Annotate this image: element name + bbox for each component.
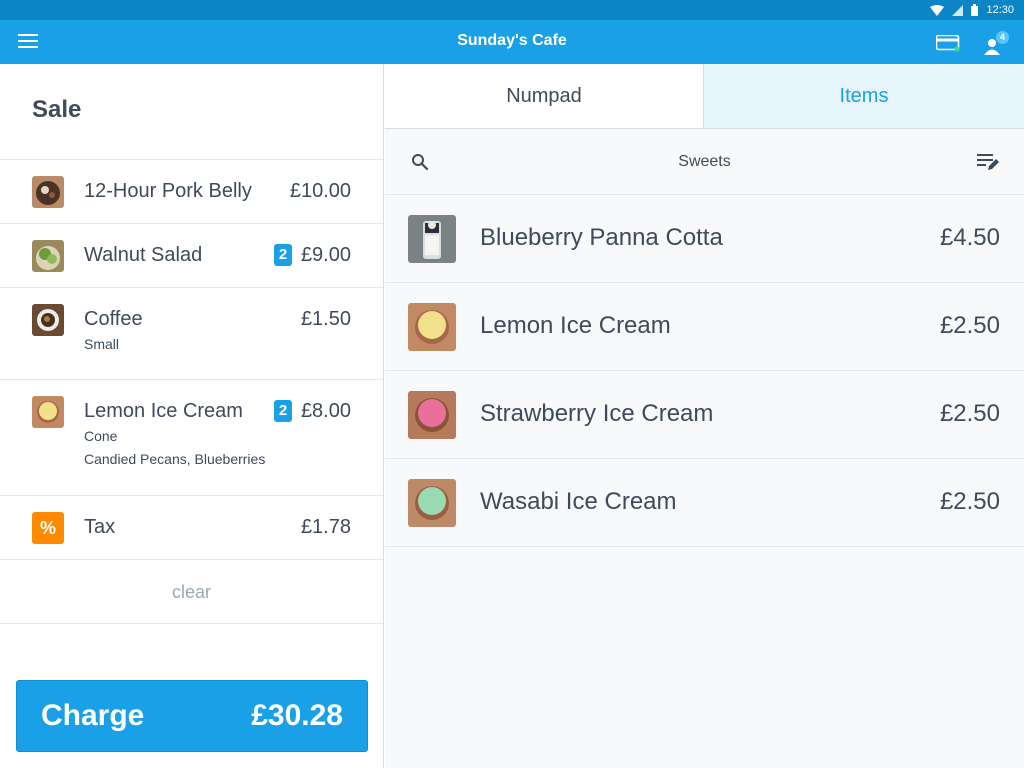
- sale-title: Sale: [32, 96, 82, 123]
- wifi-icon: [930, 4, 945, 16]
- sale-line-tax[interactable]: % Tax £1.78: [0, 495, 383, 559]
- quantity-badge: 2: [274, 244, 292, 266]
- status-icons: 12:30: [930, 3, 1014, 17]
- clear-button[interactable]: clear: [0, 582, 383, 603]
- sale-line-pork-belly[interactable]: 12-Hour Pork Belly £10.00: [0, 159, 383, 223]
- sale-line-name: 12-Hour Pork Belly: [84, 180, 252, 202]
- item-row-wasabi-ice-cream[interactable]: Wasabi Ice Cream £2.50: [385, 459, 1024, 547]
- sale-line-modifier: Candied Pecans, Blueberries: [84, 451, 266, 467]
- sale-line-price: £10.00: [289, 180, 351, 202]
- sale-line-modifier: Cone: [84, 428, 118, 444]
- app-title: Sunday's Cafe: [457, 32, 567, 49]
- item-name: Wasabi Ice Cream: [480, 488, 677, 515]
- sale-line-modifier: Small: [84, 336, 120, 352]
- charge-amount: £30.28: [251, 699, 343, 732]
- tab-items[interactable]: Items: [704, 64, 1024, 128]
- status-bar: 12:30: [0, 0, 1024, 20]
- item-name: Blueberry Panna Cotta: [480, 224, 723, 251]
- items-panel: Numpad Items Sweets Blueberry Panna Cott…: [385, 64, 1024, 768]
- user-icon[interactable]: 4: [984, 31, 1010, 56]
- tax-amount: £1.78: [300, 516, 351, 538]
- pork-belly-thumbnail: [32, 176, 64, 208]
- sale-line-name: Walnut Salad: [84, 244, 203, 266]
- category-bar: Sweets: [385, 129, 1024, 195]
- tax-label: Tax: [84, 516, 116, 538]
- status-time: 12:30: [986, 4, 1014, 16]
- category-name: Sweets: [678, 153, 731, 170]
- item-row-strawberry-ice-cream[interactable]: Strawberry Ice Cream £2.50: [385, 371, 1024, 459]
- item-price: £2.50: [939, 488, 1000, 515]
- item-row-blueberry-panna-cotta[interactable]: Blueberry Panna Cotta £4.50: [385, 195, 1024, 283]
- edit-list-icon[interactable]: [976, 152, 1000, 172]
- credit-card-icon[interactable]: [936, 35, 960, 52]
- divider: [0, 623, 383, 624]
- sale-panel: Sale 12-Hour Pork Belly £10.00 Walnut Sa…: [0, 64, 384, 768]
- sale-line-walnut-salad[interactable]: Walnut Salad 2 £9.00: [0, 223, 383, 287]
- sale-line-name: Lemon Ice Cream: [84, 400, 243, 422]
- item-row-lemon-ice-cream[interactable]: Lemon Ice Cream £2.50: [385, 283, 1024, 371]
- walnut-salad-thumbnail: [32, 240, 64, 272]
- signal-icon: [952, 4, 964, 16]
- item-price: £2.50: [939, 400, 1000, 427]
- tab-bar: Numpad Items: [385, 64, 1024, 129]
- percent-icon: %: [32, 512, 64, 544]
- wasabi-ice-cream-thumbnail: [408, 479, 456, 527]
- sale-line-coffee[interactable]: Coffee £1.50 Small: [0, 287, 383, 379]
- clear-row: clear: [0, 559, 383, 623]
- item-price: £2.50: [939, 312, 1000, 339]
- user-count-badge: 4: [996, 31, 1009, 44]
- lemon-ice-cream-thumbnail: [408, 303, 456, 351]
- app-bar: Sunday's Cafe 4: [0, 20, 1024, 64]
- lemon-ice-cream-thumbnail: [32, 396, 64, 428]
- item-name: Lemon Ice Cream: [480, 312, 671, 339]
- sale-line-price: £1.50: [300, 308, 351, 330]
- charge-label: Charge: [41, 699, 145, 732]
- blueberry-panna-cotta-thumbnail: [408, 215, 456, 263]
- battery-icon: [971, 4, 979, 16]
- charge-button[interactable]: Charge £30.28: [16, 680, 368, 752]
- sale-line-price: £9.00: [300, 244, 351, 266]
- sale-line-lemon-ice-cream[interactable]: Lemon Ice Cream 2 £8.00 Cone Candied Pec…: [0, 379, 383, 495]
- coffee-thumbnail: [32, 304, 64, 336]
- item-name: Strawberry Ice Cream: [480, 400, 714, 427]
- tab-numpad[interactable]: Numpad: [385, 64, 704, 128]
- strawberry-ice-cream-thumbnail: [408, 391, 456, 439]
- quantity-badge: 2: [274, 400, 292, 422]
- sale-line-name: Coffee: [84, 308, 143, 330]
- item-price: £4.50: [939, 224, 1000, 251]
- sale-line-price: £8.00: [300, 400, 351, 422]
